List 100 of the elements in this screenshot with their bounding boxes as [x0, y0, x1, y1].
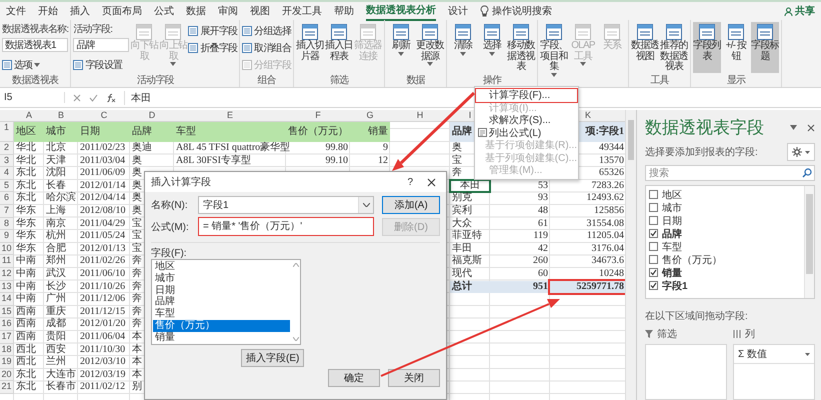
- field-name[interactable]: 日期: [662, 214, 682, 228]
- formula-field[interactable]: = 销量* '售价（万元）': [198, 217, 374, 236]
- field-name[interactable]: 字段1: [662, 278, 688, 292]
- row-number[interactable]: 1: [0, 122, 14, 142]
- column-header[interactable]: D: [130, 110, 174, 121]
- field-name[interactable]: 售价（万元）: [662, 252, 722, 266]
- field-name[interactable]: 地区: [662, 188, 682, 202]
- checkbox[interactable]: [649, 203, 658, 212]
- ribbon-button[interactable]: 字段、项目和集: [540, 22, 568, 73]
- checkbox[interactable]: [649, 281, 658, 290]
- row-number[interactable]: 19: [0, 356, 14, 369]
- column-header[interactable]: B: [44, 110, 78, 121]
- input-field[interactable]: 数据透视表1: [2, 38, 68, 52]
- ribbon-button[interactable]: 字段列表: [693, 22, 722, 73]
- drop-area[interactable]: Σ 数值: [733, 344, 815, 400]
- list-item[interactable]: 地区: [153, 261, 290, 273]
- fields-listbox[interactable]: 地区 城市 日期 品牌 车型 售价（万元） 销量: [151, 259, 301, 345]
- row-number[interactable]: 15: [0, 306, 14, 318]
- scrollbar[interactable]: [804, 186, 814, 298]
- list-item[interactable]: 城市: [153, 272, 290, 285]
- ribbon-button[interactable]: 取消组合: [242, 39, 292, 56]
- share-button[interactable]: 共享: [784, 4, 815, 18]
- checkbox[interactable]: [649, 229, 658, 238]
- row-number[interactable]: 21: [0, 381, 14, 394]
- tell-me-search[interactable]: 操作说明搜索: [492, 4, 552, 18]
- input-field[interactable]: 品牌: [73, 38, 130, 52]
- ribbon-button[interactable]: 字段标题: [751, 22, 780, 73]
- row-number[interactable]: 9: [0, 230, 14, 243]
- ribbon-button[interactable]: +/- 按钮: [722, 22, 750, 73]
- insert-field-button[interactable]: 插入字段(E): [241, 349, 304, 367]
- ribbon-button[interactable]: 清除: [449, 22, 478, 73]
- name-combobox[interactable]: 字段1: [198, 196, 374, 214]
- list-item[interactable]: 品牌: [153, 296, 290, 308]
- checkbox[interactable]: [649, 242, 658, 251]
- ribbon-button[interactable]: 插入切片器: [296, 22, 324, 73]
- field-name[interactable]: 城市: [662, 200, 682, 214]
- column-header[interactable]: E: [174, 110, 286, 121]
- row-number[interactable]: 6: [0, 192, 14, 205]
- row-number[interactable]: 3: [0, 154, 14, 168]
- ribbon-tab[interactable]: 公式: [154, 2, 174, 20]
- list-item[interactable]: 售价（万元）: [153, 320, 290, 332]
- ribbon-tab[interactable]: 插入: [70, 2, 90, 20]
- ribbon-button[interactable]: 折叠字段: [188, 39, 238, 56]
- ribbon-tab[interactable]: 开发工具: [282, 2, 322, 20]
- checkbox[interactable]: [649, 268, 658, 277]
- ribbon-button[interactable]: 推荐的数据透视表: [660, 22, 688, 73]
- ribbon-button[interactable]: 刷新: [387, 22, 416, 73]
- row-number[interactable]: 18: [0, 344, 14, 356]
- row-number[interactable]: 13: [0, 280, 14, 294]
- column-header[interactable]: C: [78, 110, 130, 121]
- field-chip[interactable]: Σ 数值: [734, 345, 814, 364]
- ribbon-button[interactable]: 选项: [2, 56, 68, 73]
- name-box[interactable]: I5: [4, 92, 65, 103]
- close-icon[interactable]: [807, 124, 815, 132]
- search-icon[interactable]: [802, 168, 812, 178]
- column-header[interactable]: F: [286, 110, 350, 121]
- scrollbar[interactable]: [625, 110, 636, 400]
- ribbon-button[interactable]: 展开字段: [188, 22, 238, 39]
- ribbon-tab[interactable]: 帮助: [334, 2, 354, 20]
- ribbon-tab[interactable]: 视图: [250, 2, 270, 20]
- column-header[interactable]: H: [390, 110, 450, 121]
- field-name[interactable]: 销量: [662, 266, 682, 280]
- row-number[interactable]: 17: [0, 330, 14, 344]
- ribbon-button[interactable]: 移动数据透视表: [507, 22, 536, 73]
- ribbon-tab[interactable]: 数据: [186, 2, 206, 20]
- column-header[interactable]: A: [14, 110, 44, 121]
- row-number[interactable]: 2: [0, 142, 14, 155]
- ribbon-button[interactable]: 分组选择: [242, 22, 292, 39]
- row-number[interactable]: 7: [0, 204, 14, 218]
- field-name[interactable]: 车型: [662, 240, 682, 254]
- ribbon-tab[interactable]: 文件: [6, 2, 26, 20]
- list-item[interactable]: 销量: [153, 332, 290, 344]
- ok-button[interactable]: 确定: [328, 369, 380, 387]
- row-number[interactable]: 20: [0, 368, 14, 382]
- dialog-button[interactable]: 添加(A): [382, 196, 440, 214]
- row-number[interactable]: 11: [0, 255, 14, 268]
- row-number[interactable]: 14: [0, 293, 14, 306]
- help-button[interactable]: ?: [407, 176, 413, 188]
- ribbon-button[interactable]: 更改数据源: [416, 22, 444, 73]
- ribbon-button[interactable]: 插入日程表: [325, 22, 354, 73]
- ribbon-tab[interactable]: 审阅: [218, 2, 238, 20]
- function-icon[interactable]: [106, 92, 116, 102]
- row-number[interactable]: 5: [0, 180, 14, 192]
- row-number[interactable]: 4: [0, 167, 14, 180]
- ribbon-tab[interactable]: 页面布局: [102, 2, 142, 20]
- ribbon-tab[interactable]: 开始: [38, 2, 58, 20]
- row-number[interactable]: 10: [0, 242, 14, 256]
- caret-icon[interactable]: [292, 263, 298, 267]
- row-number[interactable]: 12: [0, 268, 14, 281]
- ribbon-button[interactable]: 选择: [478, 22, 506, 73]
- row-number[interactable]: 16: [0, 318, 14, 331]
- field-name[interactable]: 品牌: [662, 226, 682, 240]
- caret-icon[interactable]: [292, 337, 298, 341]
- list-item[interactable]: 车型: [153, 308, 290, 320]
- check-icon[interactable]: [89, 94, 98, 102]
- column-header[interactable]: G: [350, 110, 390, 121]
- ribbon-tab[interactable]: 设计: [448, 2, 468, 20]
- search-field[interactable]: 搜索: [645, 165, 815, 181]
- caret-icon[interactable]: [790, 125, 797, 130]
- close-icon[interactable]: [427, 178, 436, 186]
